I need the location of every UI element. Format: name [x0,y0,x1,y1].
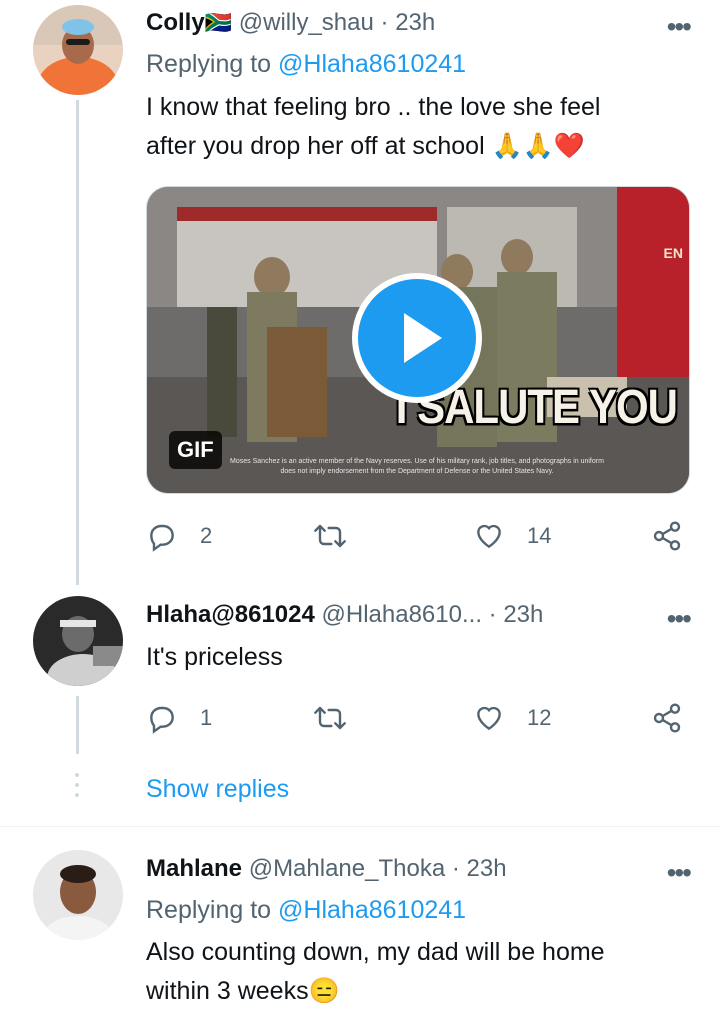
avatar-colly-image [33,5,123,95]
avatar-mahlane[interactable] [33,850,123,940]
tweet-text: It's priceless [146,638,686,677]
avatar-hlaha-image [33,596,123,686]
thread-line [76,696,79,754]
tweet-time[interactable]: 23h [503,601,543,628]
like-count: 12 [527,705,552,730]
reply-count: 2 [200,523,213,548]
heart-icon [477,706,501,731]
separator-dot: · [451,855,460,882]
reply-button[interactable]: 2 [146,516,212,556]
avatar-colly[interactable] [33,5,123,95]
tweet-text-line: Also counting down, my dad will be home [146,938,605,966]
tweet-text: Also counting down, my dad will be home … [146,933,686,1011]
tweet-time[interactable]: 23h [467,855,507,882]
play-button[interactable] [352,273,482,403]
flag-emoji: 🇿🇦 [204,10,233,35]
tweet-text-line: I know that feeling bro .. the love she … [146,93,601,121]
tweet-actions: 1 12 [146,698,688,738]
tweet-header: Colly🇿🇦 @willy_shau · 23h [146,9,435,37]
mention-link[interactable]: @Hlaha8610241 [278,896,466,924]
replying-to: Replying to @Hlaha8610241 [146,896,466,925]
truck-text: EN [663,245,683,261]
tweet-text: I know that feeling bro .. the love she … [146,88,686,166]
retweet-button[interactable] [314,516,368,556]
gif-media[interactable]: I SALUTE YOU Moses Sanchez is an active … [146,186,690,494]
retweet-icon [314,706,346,730]
retweet-button[interactable] [314,698,368,738]
more-options-icon[interactable]: ••• [667,605,692,633]
display-name[interactable]: Hlaha@861024 [146,601,315,628]
reply-icon [150,524,174,552]
replying-label: Replying to [146,50,272,78]
reply-count: 1 [200,705,213,730]
like-button[interactable]: 12 [473,698,551,738]
media-disclaimer: Moses Sanchez is an active member of the… [230,458,604,475]
gif-badge: GIF [169,431,222,469]
play-icon [404,313,442,363]
share-button[interactable] [651,698,705,738]
thread-line [76,100,79,585]
user-handle[interactable]: @willy_shau [239,9,374,36]
tweet-header: Mahlane @Mahlane_Thoka · 23h [146,855,507,883]
separator-dot: · [488,601,497,628]
heart-icon [477,524,501,549]
show-replies-link[interactable]: Show replies [146,775,289,804]
like-count: 14 [527,523,552,548]
like-button[interactable]: 14 [473,516,551,556]
divider [0,826,720,827]
tweet-text-line: It's priceless [146,643,283,671]
more-options-icon[interactable]: ••• [667,13,692,41]
share-icon [653,703,681,733]
replying-to: Replying to @Hlaha8610241 [146,50,466,79]
tweet-header: Hlaha@861024 @Hlaha8610... · 23h [146,601,543,629]
user-handle[interactable]: @Hlaha8610... [322,601,482,628]
share-icon [653,521,681,551]
tweet-text-line: after you drop her off at school 🙏🙏❤️ [146,132,585,160]
tweet-actions: 2 14 [146,516,688,556]
avatar-hlaha[interactable] [33,596,123,686]
reply-button[interactable]: 1 [146,698,212,738]
tweet-time[interactable]: 23h [395,9,435,36]
thread-dots [75,773,79,803]
display-name[interactable]: Colly [146,9,205,36]
mention-link[interactable]: @Hlaha8610241 [278,50,466,78]
reply-icon [150,706,174,734]
replying-label: Replying to [146,896,272,924]
retweet-icon [314,524,346,548]
more-options-icon[interactable]: ••• [667,859,692,887]
share-button[interactable] [651,516,705,556]
user-handle[interactable]: @Mahlane_Thoka [249,855,445,882]
separator-dot: · [380,9,389,36]
avatar-mahlane-image [33,850,123,940]
display-name[interactable]: Mahlane [146,855,242,882]
tweet-text-line: within 3 weeks😑 [146,977,340,1005]
